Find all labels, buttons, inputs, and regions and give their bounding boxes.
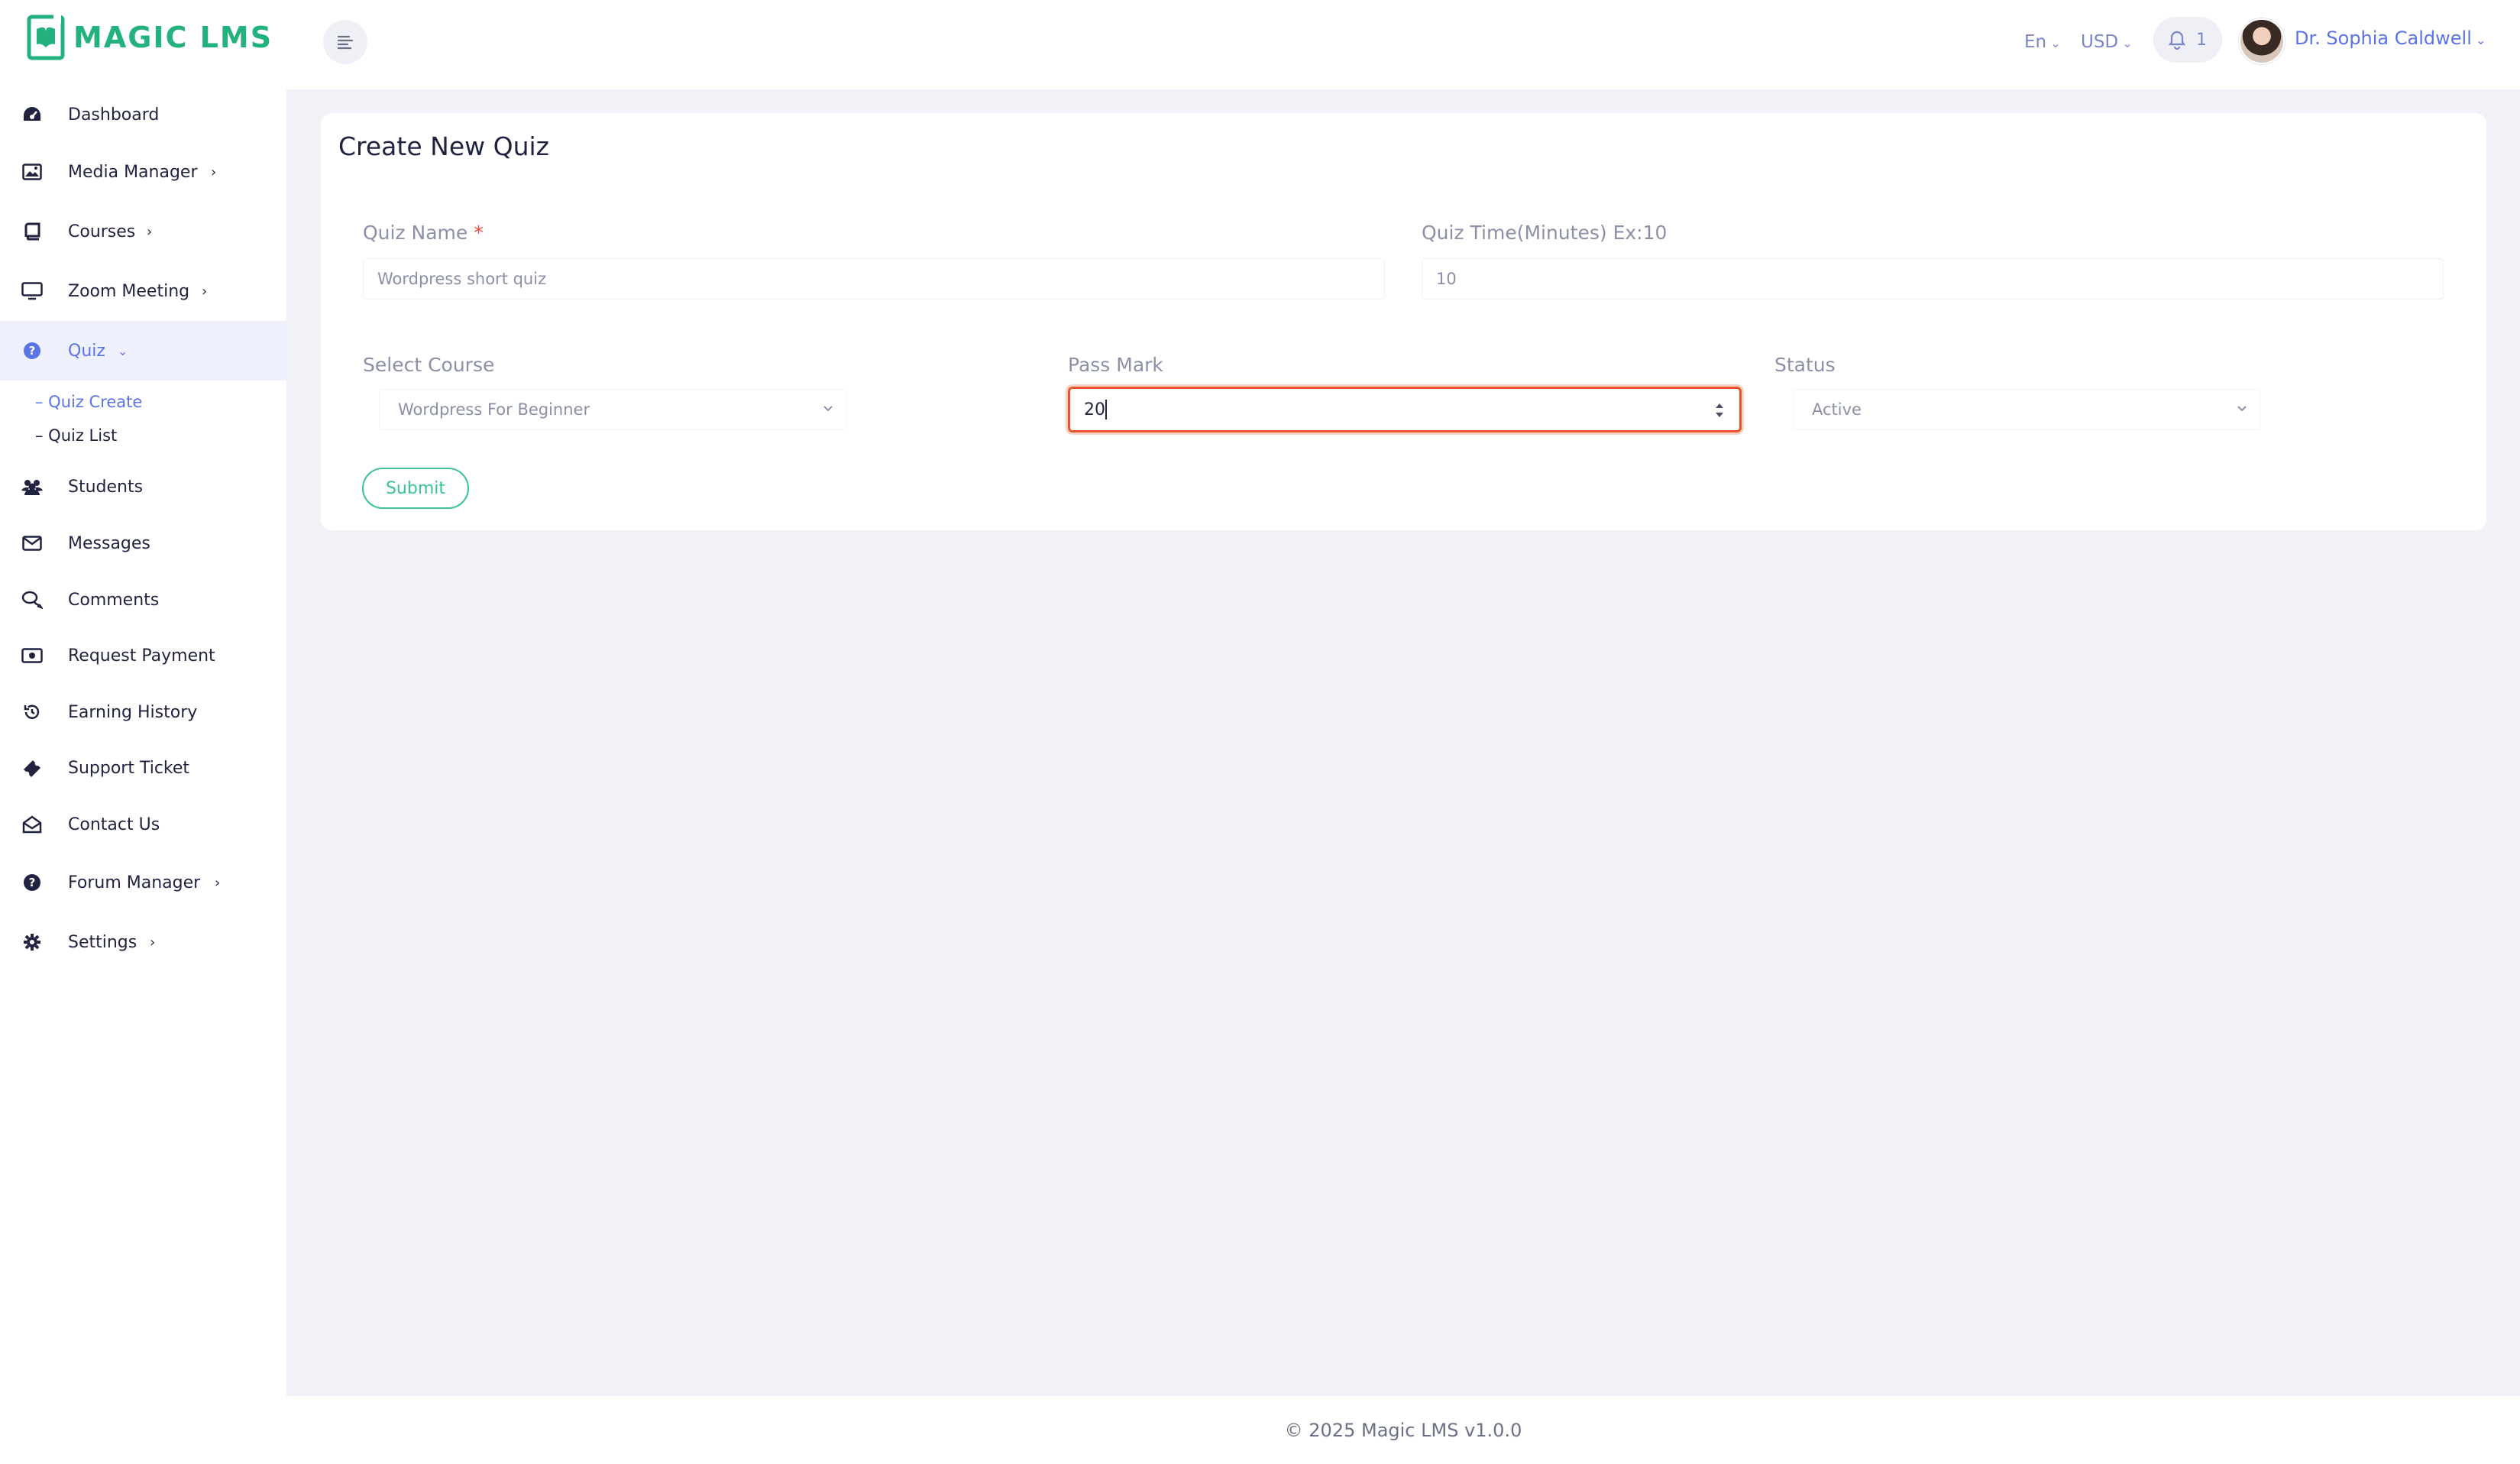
footer: © 2025 Magic LMS v1.0.0 [286, 1396, 2520, 1464]
quiz-name-label-text: Quiz Name [363, 222, 468, 244]
sidebar-item-students[interactable]: Students [0, 463, 286, 510]
chevron-right-icon: › [202, 283, 208, 300]
text-cursor [1105, 400, 1107, 419]
status-select[interactable]: Active [1793, 389, 2260, 430]
history-icon [21, 701, 43, 723]
question-icon: ? [21, 872, 43, 893]
status-select-value: Active [1812, 400, 1862, 419]
sidebar-item-label: Dashboard [68, 105, 160, 125]
pass-mark-input[interactable]: 20 [1068, 387, 1742, 432]
pass-mark-value: 20 [1084, 400, 1105, 419]
currency-select[interactable]: USD ⌄ [2081, 32, 2133, 52]
course-select-value: Wordpress For Beginner [398, 400, 590, 419]
course-select[interactable]: Wordpress For Beginner [379, 389, 846, 430]
menu-toggle-button[interactable] [323, 20, 367, 64]
money-icon [21, 645, 43, 666]
book-icon [21, 221, 43, 242]
submit-button[interactable]: Submit [362, 468, 469, 509]
gear-icon [21, 931, 43, 953]
logo-text: MAGIC LMS [73, 21, 273, 54]
sidebar-item-label: Settings [68, 932, 137, 952]
sidebar-item-label: Forum Manager [68, 873, 201, 892]
quiz-name-input[interactable] [363, 258, 1385, 300]
chevron-down-icon: ⌄ [2471, 33, 2486, 47]
sidebar-item-quiz[interactable]: ? Quiz ⌄ [0, 321, 286, 381]
mail-icon [21, 533, 43, 554]
dashboard-icon [21, 104, 43, 125]
number-spinner-icon[interactable] [1713, 400, 1726, 421]
notification-count: 1 [2196, 30, 2207, 50]
question-icon: ? [21, 340, 43, 361]
sidebar-item-label: Courses [68, 222, 136, 241]
sidebar-item-label: Quiz [68, 341, 105, 361]
status-label: Status [1774, 354, 1836, 376]
language-select[interactable]: En ⌄ [2024, 32, 2061, 52]
sidebar-item-label: Students [68, 477, 144, 497]
sidebar-item-dashboard[interactable]: Dashboard [0, 91, 286, 138]
chevron-down-icon [2235, 400, 2249, 419]
sidebar-item-label: Request Payment [68, 646, 215, 666]
svg-text:?: ? [29, 344, 36, 358]
sidebar-subitem-quiz-create[interactable]: – Quiz Create [35, 393, 142, 411]
sidebar-item-label: Contact Us [68, 815, 160, 834]
menu-align-icon [337, 35, 354, 50]
sidebar-item-forum-manager[interactable]: ? Forum Manager › [0, 859, 286, 906]
logo-icon [27, 14, 65, 60]
quiz-time-input[interactable] [1422, 258, 2444, 300]
sidebar-item-courses[interactable]: Courses › [0, 208, 286, 255]
envelope-open-icon [21, 814, 43, 835]
sidebar-item-earning-history[interactable]: Earning History [0, 688, 286, 736]
sidebar-item-media-manager[interactable]: Media Manager › [0, 148, 286, 196]
pass-mark-label: Pass Mark [1068, 354, 1163, 376]
chevron-down-icon: ⌄ [2046, 36, 2061, 50]
select-course-label: Select Course [363, 354, 495, 376]
chevron-right-icon: › [215, 874, 221, 891]
required-mark: * [474, 222, 484, 244]
sidebar-item-label: Zoom Meeting [68, 281, 190, 301]
sidebar-item-label: Comments [68, 590, 160, 610]
sidebar-item-contact-us[interactable]: Contact Us [0, 801, 286, 848]
avatar[interactable] [2239, 18, 2285, 64]
quiz-time-label: Quiz Time(Minutes) Ex:10 [1422, 222, 1668, 244]
svg-text:?: ? [29, 876, 36, 889]
sidebar: MAGIC LMS Dashboard Media Manager › Cour… [0, 0, 286, 1464]
ticket-icon [21, 757, 43, 779]
image-icon [21, 161, 43, 183]
sidebar-subitem-quiz-list[interactable]: – Quiz List [35, 426, 117, 445]
user-name: Dr. Sophia Caldwell [2295, 28, 2472, 49]
chevron-right-icon: › [147, 223, 153, 240]
sidebar-item-messages[interactable]: Messages [0, 520, 286, 567]
page-title: Create New Quiz [338, 131, 549, 161]
chevron-down-icon [821, 400, 835, 419]
chevron-right-icon: › [150, 934, 156, 951]
sidebar-item-settings[interactable]: Settings › [0, 918, 286, 966]
sidebar-item-support-ticket[interactable]: Support Ticket [0, 744, 286, 792]
footer-copyright: © 2025 Magic LMS v1.0.0 [1284, 1419, 1522, 1441]
sidebar-item-label: Media Manager [68, 162, 198, 182]
chevron-down-icon: ⌄ [2118, 36, 2133, 50]
currency-value: USD [2081, 32, 2119, 52]
top-header: En ⌄ USD ⌄ 1 Dr. Sophia Caldwell ⌄ [286, 0, 2520, 89]
sidebar-item-label: Earning History [68, 702, 198, 722]
notifications-button[interactable]: 1 [2153, 17, 2222, 63]
bell-icon [2169, 31, 2185, 50]
logo[interactable]: MAGIC LMS [26, 14, 273, 61]
chevron-down-icon: ⌄ [118, 343, 128, 358]
user-menu[interactable]: Dr. Sophia Caldwell ⌄ [2295, 28, 2486, 49]
sidebar-item-label: Support Ticket [68, 758, 190, 778]
sidebar-item-request-payment[interactable]: Request Payment [0, 632, 286, 679]
sidebar-item-label: Messages [68, 533, 150, 553]
language-value: En [2024, 32, 2047, 52]
sidebar-item-zoom-meeting[interactable]: Zoom Meeting › [0, 267, 286, 315]
chevron-right-icon: › [211, 164, 217, 180]
comments-icon [21, 589, 43, 611]
monitor-icon [21, 280, 43, 302]
sidebar-item-comments[interactable]: Comments [0, 576, 286, 623]
quiz-name-label: Quiz Name * [363, 222, 484, 244]
users-icon [21, 476, 43, 497]
create-quiz-card: Create New Quiz Quiz Name * Quiz Time(Mi… [321, 113, 2486, 530]
